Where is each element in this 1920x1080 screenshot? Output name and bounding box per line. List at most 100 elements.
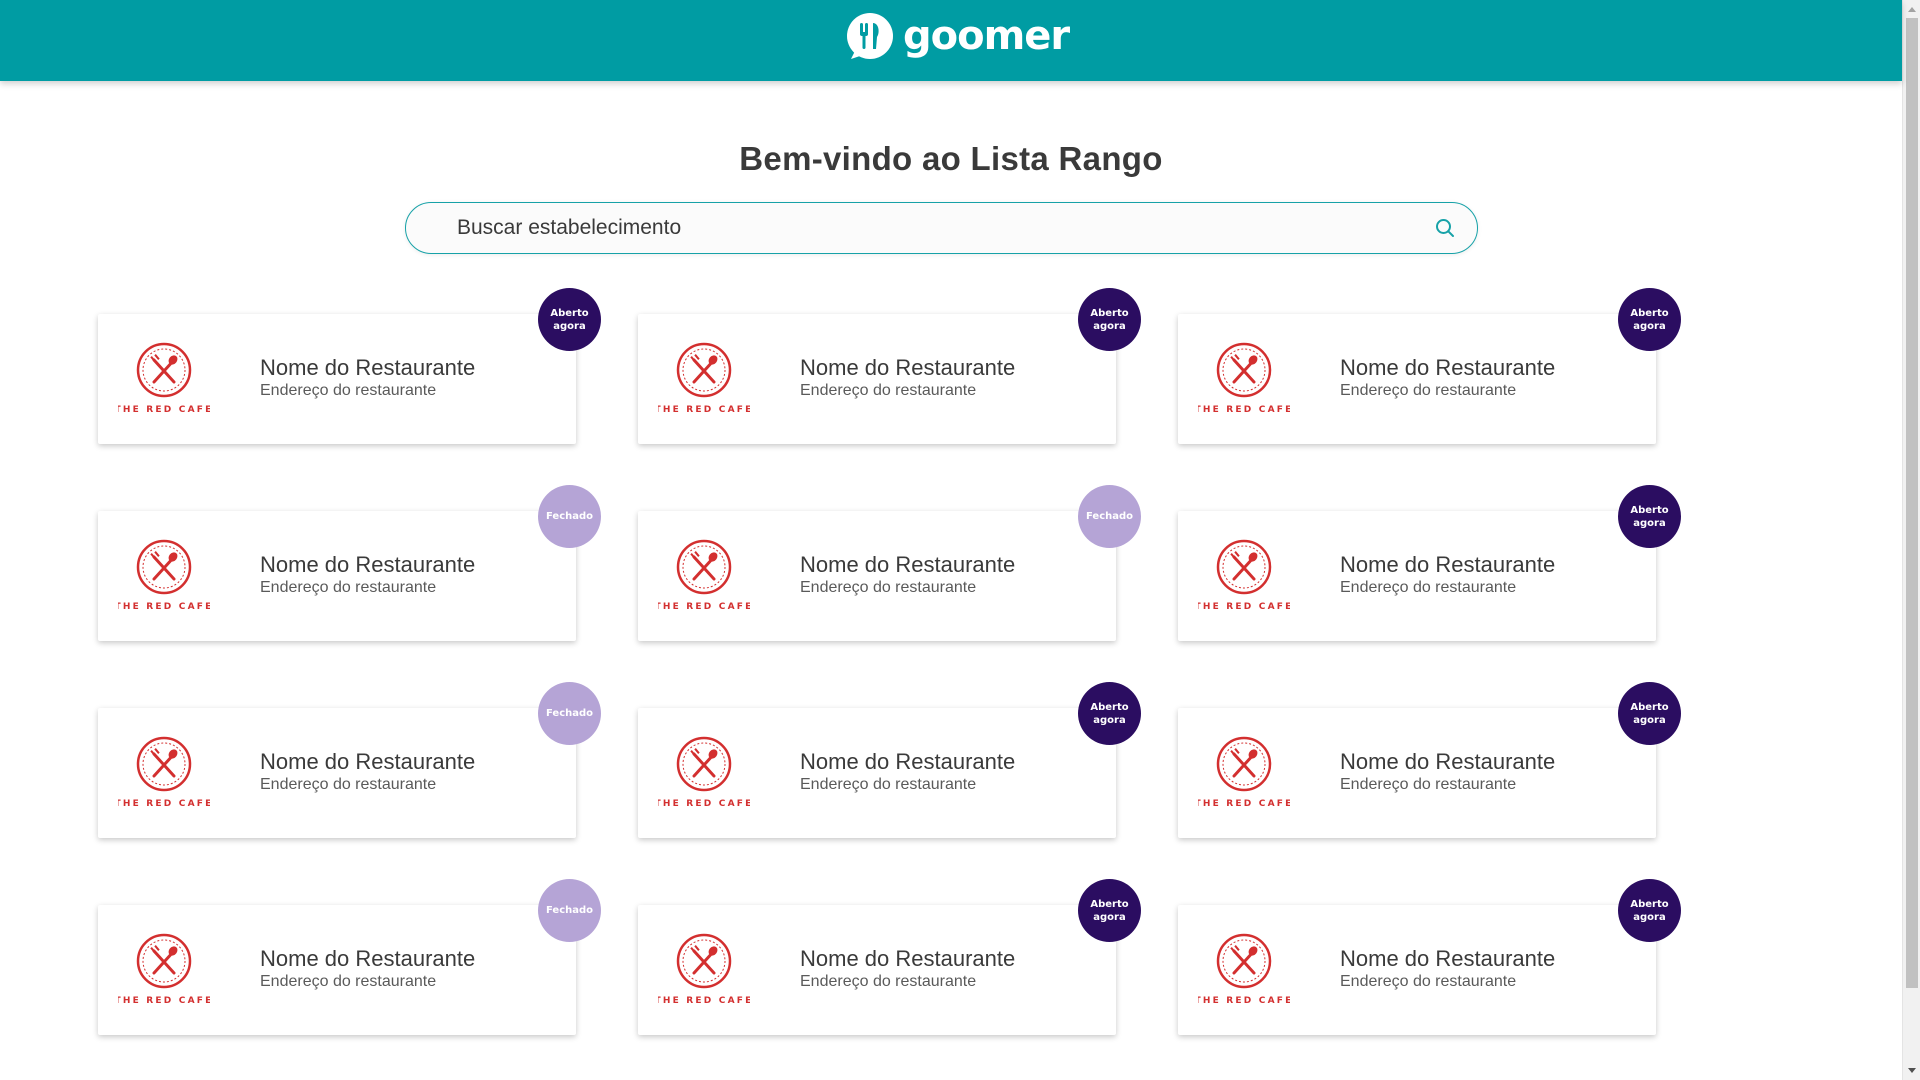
status-badge: Fechado bbox=[538, 682, 601, 745]
the-red-cafe-logo: THE RED CAFE bbox=[655, 933, 751, 1006]
restaurant-card[interactable]: THE RED CAFE Nome do Restaurante Endereç… bbox=[638, 485, 1141, 641]
logo-text: THE RED CAFE bbox=[1198, 996, 1290, 1006]
restaurant-card[interactable]: THE RED CAFE Nome do Restaurante Endereç… bbox=[638, 288, 1141, 444]
status-badge: Fechado bbox=[1078, 485, 1141, 548]
brand-logo[interactable]: goomer bbox=[845, 10, 1070, 62]
scroll-down-arrow[interactable] bbox=[1903, 1062, 1920, 1080]
logo-text: THE RED CAFE bbox=[118, 602, 210, 612]
restaurant-address: Endereço do restaurante bbox=[800, 579, 977, 596]
restaurant-info: Nome do Restaurante Endereço do restaura… bbox=[1340, 355, 1555, 401]
the-red-cafe-logo: THE RED CAFE bbox=[115, 933, 211, 1006]
restaurant-address: Endereço do restaurante bbox=[1340, 973, 1517, 990]
restaurant-card[interactable]: THE RED CAFE Nome do Restaurante Endereç… bbox=[1178, 682, 1681, 838]
restaurant-address: Endereço do restaurante bbox=[800, 973, 977, 990]
restaurant-name: Nome do Restaurante bbox=[800, 552, 1016, 577]
restaurant-logo: THE RED CAFE bbox=[115, 734, 211, 812]
logo-text: THE RED CAFE bbox=[658, 996, 750, 1006]
restaurant-name: Nome do Restaurante bbox=[800, 355, 1016, 380]
restaurant-card[interactable]: THE RED CAFE Nome do Restaurante Endereç… bbox=[1178, 288, 1681, 444]
restaurant-logo: THE RED CAFE bbox=[115, 340, 211, 418]
restaurant-address: Endereço do restaurante bbox=[1340, 776, 1517, 793]
status-badge: Aberto agora bbox=[1078, 288, 1141, 351]
top-header: goomer bbox=[0, 0, 1902, 81]
restaurant-logo: THE RED CAFE bbox=[655, 537, 751, 615]
restaurant-address: Endereço do restaurante bbox=[260, 776, 437, 793]
status-badge: Aberto agora bbox=[1618, 682, 1681, 745]
restaurant-card[interactable]: THE RED CAFE Nome do Restaurante Endereç… bbox=[98, 288, 601, 444]
logo-text: THE RED CAFE bbox=[658, 405, 750, 415]
restaurant-address: Endereço do restaurante bbox=[800, 382, 977, 399]
brand-name: goomer bbox=[903, 13, 1070, 59]
the-red-cafe-logo: THE RED CAFE bbox=[1195, 736, 1291, 809]
restaurant-logo: THE RED CAFE bbox=[655, 931, 751, 1009]
restaurant-info: Nome do Restaurante Endereço do restaura… bbox=[260, 355, 475, 401]
restaurant-info: Nome do Restaurante Endereço do restaura… bbox=[800, 355, 1015, 401]
restaurant-info: Nome do Restaurante Endereço do restaura… bbox=[800, 552, 1015, 598]
page: goomer Bem-vindo ao Lista Rango Buscar e… bbox=[0, 0, 1920, 1080]
restaurant-card[interactable]: THE RED CAFE Nome do Restaurante Endereç… bbox=[638, 682, 1141, 838]
restaurant-name: Nome do Restaurante bbox=[1340, 946, 1556, 971]
restaurant-logo: THE RED CAFE bbox=[115, 931, 211, 1009]
restaurant-info: Nome do Restaurante Endereço do restaura… bbox=[1340, 946, 1555, 992]
search-button[interactable] bbox=[1433, 216, 1457, 240]
restaurant-name: Nome do Restaurante bbox=[1340, 355, 1556, 380]
status-badge: Aberto agora bbox=[1078, 879, 1141, 942]
the-red-cafe-logo: THE RED CAFE bbox=[655, 539, 751, 612]
status-badge: Fechado bbox=[538, 879, 601, 942]
restaurant-logo: THE RED CAFE bbox=[1195, 734, 1291, 812]
restaurant-address: Endereço do restaurante bbox=[260, 579, 437, 596]
logo-text: THE RED CAFE bbox=[1198, 602, 1290, 612]
scroll-up-arrow[interactable] bbox=[1903, 0, 1920, 18]
restaurant-address: Endereço do restaurante bbox=[1340, 579, 1517, 596]
the-red-cafe-logo: THE RED CAFE bbox=[115, 539, 211, 612]
restaurant-address: Endereço do restaurante bbox=[800, 776, 977, 793]
restaurant-card[interactable]: THE RED CAFE Nome do Restaurante Endereç… bbox=[98, 879, 601, 1035]
logo-text: THE RED CAFE bbox=[118, 405, 210, 415]
page-title: Bem-vindo ao Lista Rango bbox=[739, 140, 1163, 178]
restaurant-name: Nome do Restaurante bbox=[260, 355, 476, 380]
restaurant-logo: THE RED CAFE bbox=[115, 537, 211, 615]
restaurant-card[interactable]: THE RED CAFE Nome do Restaurante Endereç… bbox=[1178, 879, 1681, 1035]
logo-text: THE RED CAFE bbox=[1198, 799, 1290, 809]
the-red-cafe-logo: THE RED CAFE bbox=[655, 736, 751, 809]
the-red-cafe-logo: THE RED CAFE bbox=[1195, 933, 1291, 1006]
restaurant-card[interactable]: THE RED CAFE Nome do Restaurante Endereç… bbox=[98, 485, 601, 641]
logo-text: THE RED CAFE bbox=[658, 602, 750, 612]
vertical-scrollbar[interactable] bbox=[1902, 0, 1920, 1080]
restaurant-card[interactable]: THE RED CAFE Nome do Restaurante Endereç… bbox=[98, 682, 601, 838]
restaurant-info: Nome do Restaurante Endereço do restaura… bbox=[800, 946, 1015, 992]
restaurant-info: Nome do Restaurante Endereço do restaura… bbox=[260, 749, 475, 795]
restaurant-card[interactable]: THE RED CAFE Nome do Restaurante Endereç… bbox=[638, 879, 1141, 1035]
goomer-logo-icon bbox=[847, 13, 893, 59]
restaurant-info: Nome do Restaurante Endereço do restaura… bbox=[1340, 552, 1555, 598]
the-red-cafe-logo: THE RED CAFE bbox=[655, 342, 751, 415]
the-red-cafe-logo: THE RED CAFE bbox=[1195, 342, 1291, 415]
restaurant-info: Nome do Restaurante Endereço do restaura… bbox=[260, 946, 475, 992]
status-badge: Fechado bbox=[538, 485, 601, 548]
status-badge: Aberto agora bbox=[1618, 485, 1681, 548]
status-badge: Aberto agora bbox=[1078, 682, 1141, 745]
scrollbar-thumb[interactable] bbox=[1906, 18, 1918, 988]
the-red-cafe-logo: THE RED CAFE bbox=[115, 342, 211, 415]
restaurant-address: Endereço do restaurante bbox=[1340, 382, 1517, 399]
restaurant-name: Nome do Restaurante bbox=[1340, 749, 1556, 774]
the-red-cafe-logo: THE RED CAFE bbox=[1195, 539, 1291, 612]
restaurant-name: Nome do Restaurante bbox=[260, 552, 476, 577]
logo-text: THE RED CAFE bbox=[658, 799, 750, 809]
restaurant-name: Nome do Restaurante bbox=[800, 946, 1016, 971]
restaurant-logo: THE RED CAFE bbox=[655, 734, 751, 812]
restaurant-name: Nome do Restaurante bbox=[800, 749, 1016, 774]
restaurant-name: Nome do Restaurante bbox=[260, 749, 476, 774]
restaurant-logo: THE RED CAFE bbox=[1195, 537, 1291, 615]
status-badge: Aberto agora bbox=[1618, 879, 1681, 942]
search-bar bbox=[405, 202, 1478, 254]
search-input[interactable] bbox=[457, 208, 1387, 248]
status-badge: Aberto agora bbox=[1618, 288, 1681, 351]
restaurant-logo: THE RED CAFE bbox=[655, 340, 751, 418]
restaurant-info: Nome do Restaurante Endereço do restaura… bbox=[800, 749, 1015, 795]
logo-text: THE RED CAFE bbox=[118, 996, 210, 1006]
restaurant-card[interactable]: THE RED CAFE Nome do Restaurante Endereç… bbox=[1178, 485, 1681, 641]
search-icon bbox=[1436, 219, 1454, 237]
restaurant-name: Nome do Restaurante bbox=[260, 946, 476, 971]
logo-text: THE RED CAFE bbox=[1198, 405, 1290, 415]
